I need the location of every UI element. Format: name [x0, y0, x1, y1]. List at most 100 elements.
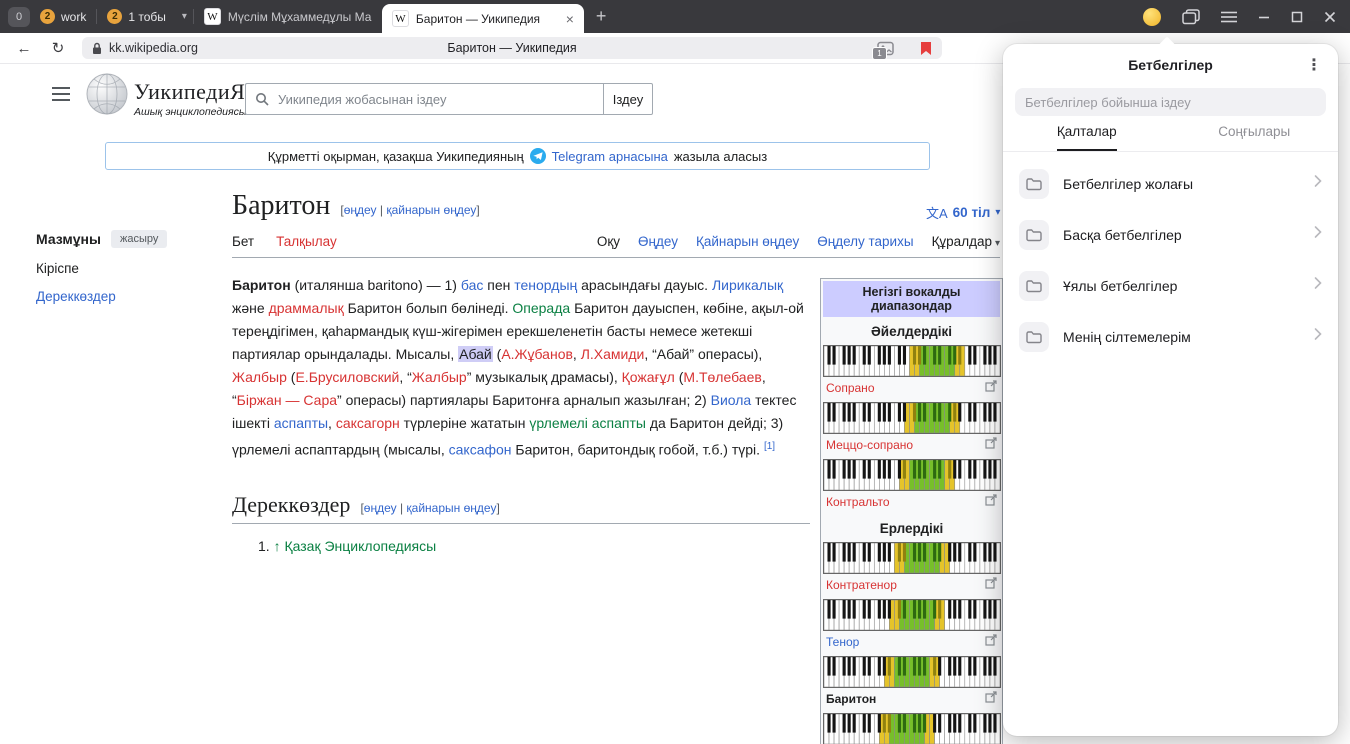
text-link[interactable]: аспапты	[274, 415, 328, 431]
text-link[interactable]: өңдеу	[364, 501, 397, 515]
window-minimize-button[interactable]	[1258, 11, 1270, 23]
wikipedia-logo[interactable]	[86, 73, 128, 120]
text-link[interactable]: Е.Брусиловский	[295, 369, 399, 385]
wikipedia-favicon-icon: W	[204, 8, 221, 25]
vocal-range-link[interactable]: Контральто	[826, 495, 890, 509]
tab-edit-source[interactable]: Қайнарын өңдеу	[696, 234, 799, 249]
toc-hide-button[interactable]: жасыру	[111, 230, 167, 248]
vocal-range-image[interactable]	[823, 656, 1001, 688]
expand-icon[interactable]	[985, 634, 997, 649]
page-tabs: Бет Талқылау Оқу Өңдеу Қайнарын өңдеу Өң…	[232, 234, 1000, 258]
vocal-range-row: Контратенор	[823, 540, 1000, 597]
vocal-range-image[interactable]	[823, 542, 1001, 574]
tab-recent[interactable]: Соңғылары	[1171, 124, 1339, 151]
collections-icon[interactable]: 1	[877, 41, 894, 56]
text-link[interactable]: үрлемелі аспапты	[529, 415, 646, 431]
text-link[interactable]: Операда	[512, 300, 570, 316]
text-link[interactable]: Лирикалық	[712, 277, 783, 293]
vocal-range-row: Сопрано	[823, 343, 1000, 400]
text-link[interactable]: [1]	[764, 441, 775, 452]
tab-read[interactable]: Оқу	[597, 234, 620, 249]
chevron-right-icon	[1314, 276, 1322, 295]
telegram-channel-link[interactable]: Telegram арнасына	[552, 149, 668, 164]
banner-text: Құрметті оқырман, қазақша Уикипедияның	[268, 149, 524, 164]
bookmark-folder-item[interactable]: Басқа бетбелгілер	[1003, 209, 1338, 260]
text-link[interactable]: Біржан — Сара	[237, 392, 337, 408]
browser-tab-active[interactable]: W Баритон — Уикипедия ×	[382, 4, 584, 33]
wiki-wordmark[interactable]: УикипедиЯ Ашық энциклопедиясы	[134, 79, 247, 118]
table-of-contents: Мазмұны жасыру Кіріспе Дереккөздер	[36, 230, 218, 304]
text-link[interactable]: қайнарын өңдеу	[406, 501, 496, 515]
vocal-ranges-infobox: Негізгі вокалды диапазондар Әйелдердікі …	[820, 278, 1003, 744]
reference-backlink[interactable]: ↑	[274, 538, 281, 554]
vocal-range-image[interactable]	[823, 713, 1001, 744]
text-link[interactable]: А.Жұбанов	[501, 346, 573, 362]
vocal-range-image[interactable]	[823, 599, 1001, 631]
tab-counter-chip[interactable]: 0	[8, 7, 30, 27]
url-field[interactable]: kk.wikipedia.org Баритон — Уикипедия 1	[82, 37, 942, 59]
expand-icon[interactable]	[985, 380, 997, 395]
wiki-search-input[interactable]	[245, 83, 603, 115]
bookmark-folder-item[interactable]: Бетбелгілер жолағы	[1003, 158, 1338, 209]
browser-tab-inactive[interactable]: W Мүслім Мұхаммедұлы Ма	[194, 0, 382, 33]
vocal-range-image[interactable]	[823, 345, 1001, 377]
expand-icon[interactable]	[985, 494, 997, 509]
tab-group-work[interactable]: 2 work	[30, 0, 96, 33]
expand-icon[interactable]	[985, 577, 997, 592]
window-maximize-button[interactable]	[1291, 11, 1303, 23]
bookmark-folder-item[interactable]: Ұялы бетбелгілер	[1003, 260, 1338, 311]
wiki-search-button[interactable]: Іздеу	[603, 83, 653, 115]
text-link[interactable]: Жалбыр	[232, 369, 287, 385]
kebab-menu-icon[interactable]: ⋮	[1306, 55, 1322, 75]
vocal-range-image[interactable]	[823, 402, 1001, 434]
text-link[interactable]: Абай	[458, 346, 493, 362]
tab-group-1-toby[interactable]: 2 1 тобы	[97, 0, 176, 33]
text-link[interactable]: қайнарын өңдеу	[386, 203, 476, 217]
text-link[interactable]: Л.Хамиди	[581, 346, 645, 362]
text-link[interactable]: Виола	[711, 392, 752, 408]
chevron-down-icon: ▾	[995, 238, 1000, 249]
window-close-button[interactable]	[1324, 11, 1336, 23]
reference-link[interactable]: Қазақ Энциклопедиясы	[284, 538, 436, 554]
toc-item-intro[interactable]: Кіріспе	[36, 261, 218, 276]
new-tab-button[interactable]: +	[596, 6, 607, 27]
reload-button[interactable]: ↻	[48, 39, 68, 57]
folder-icon	[1019, 220, 1049, 250]
vocal-range-link[interactable]: Тенор	[826, 635, 859, 649]
references-section-heading: Дереккөздер [өңдеу | қайнарын өңдеу]	[232, 492, 810, 524]
text-link[interactable]: бас	[461, 277, 483, 293]
tab-folders[interactable]: Қалталар	[1003, 124, 1171, 151]
text-link[interactable]: саксафон	[449, 442, 512, 458]
expand-icon[interactable]	[985, 437, 997, 452]
tab-title: Мүслім Мұхаммедұлы Ма	[228, 10, 372, 24]
text-link[interactable]: драммалық	[269, 300, 344, 316]
text-link[interactable]: Жалбыр	[412, 369, 467, 385]
side-panels-icon[interactable]	[1182, 9, 1200, 25]
tab-article[interactable]: Бет	[232, 234, 254, 249]
text-link[interactable]: М.Төлебаев	[683, 369, 761, 385]
text-link[interactable]: саксагорн	[336, 415, 400, 431]
browser-menu-icon[interactable]	[1221, 11, 1237, 23]
tab-talk[interactable]: Талқылау	[276, 234, 337, 249]
tab-edit[interactable]: Өңдеу	[638, 234, 678, 249]
bookmarks-search-input[interactable]	[1015, 88, 1326, 116]
vocal-range-image[interactable]	[823, 459, 1001, 491]
text-link[interactable]: өңдеу	[344, 203, 377, 217]
toc-item-references[interactable]: Дереккөздер	[36, 289, 218, 304]
profile-avatar[interactable]	[1143, 8, 1161, 26]
tab-history[interactable]: Өңделу тарихы	[817, 234, 913, 249]
expand-icon[interactable]	[985, 691, 997, 706]
language-selector[interactable]: 文A 60 тіл ▾	[926, 203, 1000, 222]
bookmark-folder-item[interactable]: Менің сілтемелерім	[1003, 311, 1338, 362]
tab-tools[interactable]: Құралдар▾	[932, 234, 1000, 249]
wiki-menu-icon[interactable]	[52, 87, 70, 106]
vocal-range-link[interactable]: Меццо-сопрано	[826, 438, 913, 452]
text-link[interactable]: Қожағұл	[622, 369, 675, 385]
text-link[interactable]: тенордың	[514, 277, 577, 293]
tab-group-caret-icon[interactable]: ▾	[176, 11, 193, 22]
tab-close-icon[interactable]: ×	[566, 11, 574, 27]
bookmark-flag-icon[interactable]	[920, 41, 932, 56]
back-button[interactable]: ←	[14, 40, 34, 57]
vocal-range-link[interactable]: Сопрано	[826, 381, 875, 395]
vocal-range-link[interactable]: Контратенор	[826, 578, 897, 592]
